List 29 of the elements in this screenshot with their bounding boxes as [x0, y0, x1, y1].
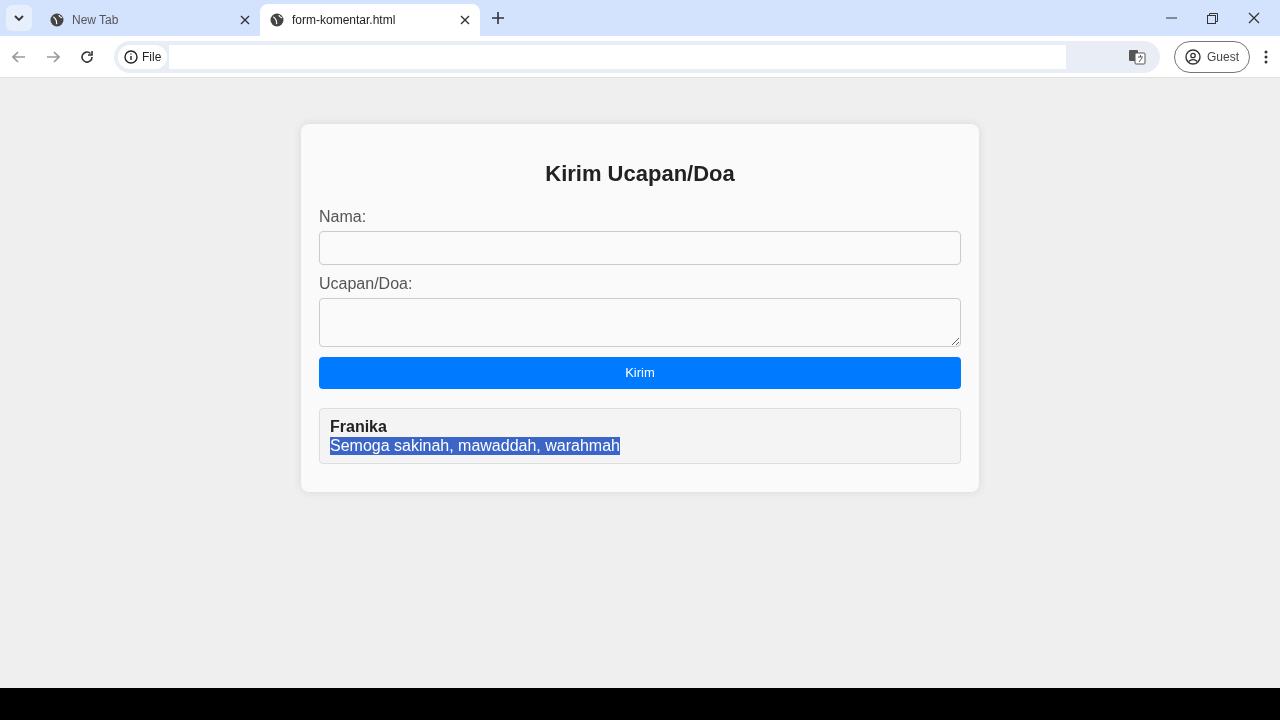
close-icon[interactable]: [240, 15, 250, 25]
site-info-chip[interactable]: File: [118, 44, 168, 69]
comment-author: Franika: [330, 417, 387, 437]
browser-tab[interactable]: form-komentar.html: [260, 4, 480, 36]
comment-text: Semoga sakinah, mawaddah, warahmah: [330, 437, 620, 455]
form-title: Kirim Ucapan/Doa: [545, 160, 735, 188]
restore-icon[interactable]: [1207, 12, 1218, 24]
close-icon[interactable]: [460, 15, 470, 25]
submit-button[interactable]: Kirim: [319, 357, 961, 389]
globe-icon: [270, 13, 284, 27]
translate-icon[interactable]: [1128, 48, 1146, 65]
address-bar[interactable]: File: [114, 40, 1160, 73]
field-label: Nama:: [319, 208, 367, 226]
field-label: Ucapan/Doa:: [319, 275, 413, 293]
message-field[interactable]: [319, 298, 961, 347]
forward-arrow-icon[interactable]: [46, 50, 60, 63]
globe-icon: [50, 13, 64, 27]
chevron-down-icon: [14, 15, 24, 21]
info-icon: [124, 49, 138, 64]
tab-search-button[interactable]: [6, 5, 32, 31]
close-icon[interactable]: [1248, 12, 1260, 24]
menu-icon[interactable]: [1264, 49, 1268, 64]
person-icon: [1185, 48, 1201, 65]
plus-icon: [492, 12, 504, 24]
back-arrow-icon[interactable]: [12, 50, 26, 63]
reload-icon[interactable]: [80, 49, 94, 64]
file-label: File: [142, 48, 162, 66]
name-field[interactable]: [319, 231, 961, 265]
browser-tab[interactable]: New Tab: [40, 4, 260, 36]
